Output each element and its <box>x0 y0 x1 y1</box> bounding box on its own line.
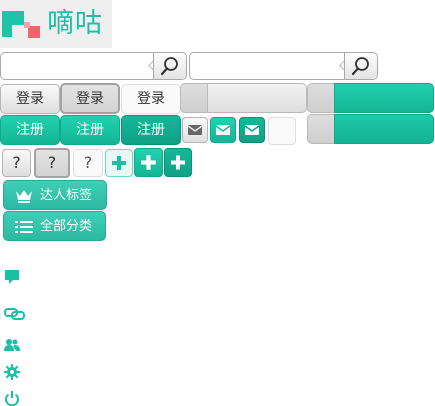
plus-icon <box>112 156 126 170</box>
search-input-2[interactable] <box>192 55 336 79</box>
segment-left[interactable] <box>180 83 208 113</box>
register-button-pressed[interactable]: 注册 <box>121 115 181 145</box>
mail-button-teal-dark[interactable] <box>239 117 265 143</box>
list-icon <box>15 221 33 233</box>
blank-button[interactable] <box>268 117 296 145</box>
segment-left[interactable] <box>307 83 335 113</box>
search-box-1 <box>0 52 187 80</box>
logo: 嘀咕 <box>0 0 112 48</box>
mail-button-gray[interactable] <box>182 117 208 143</box>
help-button-pressed[interactable]: ? <box>34 148 70 178</box>
add-button-pressed[interactable] <box>164 148 192 177</box>
login-button-pressed[interactable]: 登录 <box>60 83 120 114</box>
search-input-1[interactable] <box>3 55 147 79</box>
login-button-light[interactable]: 登录 <box>121 84 181 114</box>
segment-left[interactable] <box>307 114 335 144</box>
segmented-gray[interactable] <box>180 83 307 113</box>
search-button-1[interactable] <box>153 53 186 79</box>
mail-button-teal[interactable] <box>210 117 236 143</box>
search-button-2[interactable] <box>344 53 377 79</box>
mail-icon <box>244 125 260 135</box>
mail-icon <box>187 125 203 135</box>
users-icon[interactable] <box>4 338 20 352</box>
search-icon <box>351 57 369 76</box>
segment-right[interactable] <box>334 83 434 113</box>
search-box-2 <box>189 52 378 80</box>
gear-icon[interactable] <box>4 364 20 380</box>
plus-icon <box>141 155 156 170</box>
all-categories-button[interactable]: 全部分类 <box>3 211 106 241</box>
login-button[interactable]: 登录 <box>0 84 60 114</box>
register-button[interactable]: 注册 <box>60 115 120 145</box>
logo-text: 嘀咕 <box>47 8 103 39</box>
plus-icon <box>171 155 185 170</box>
power-icon[interactable] <box>4 391 20 406</box>
mail-icon <box>215 125 231 135</box>
add-button-light[interactable] <box>105 149 133 177</box>
segmented-teal[interactable] <box>307 83 434 113</box>
add-button[interactable] <box>134 148 163 177</box>
all-categories-label: 全部分类 <box>40 219 93 234</box>
search-icon <box>160 57 178 76</box>
segment-right[interactable] <box>334 114 434 144</box>
link-icon[interactable] <box>4 307 26 321</box>
register-button[interactable]: 注册 <box>0 115 60 145</box>
segment-right[interactable] <box>207 83 307 113</box>
help-button[interactable]: ? <box>2 149 31 177</box>
crown-icon <box>16 190 32 203</box>
segmented-teal-2[interactable] <box>307 114 434 144</box>
help-button-light[interactable]: ? <box>73 149 103 177</box>
logo-mark-icon <box>2 11 40 38</box>
talent-tag-label: 达人标签 <box>40 188 93 203</box>
comment-icon[interactable] <box>4 269 20 285</box>
talent-tag-button[interactable]: 达人标签 <box>3 180 107 210</box>
